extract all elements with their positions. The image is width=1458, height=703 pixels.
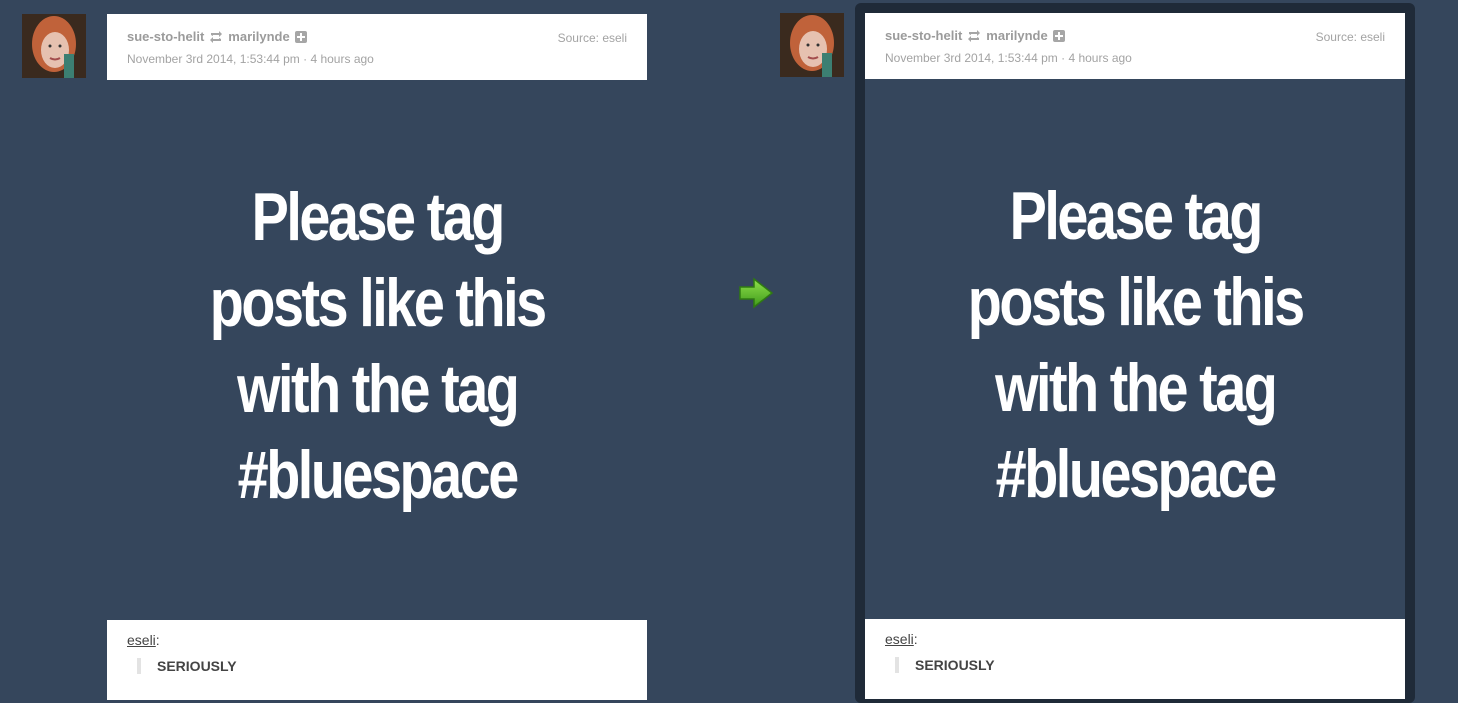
source-link[interactable]: Source: eseli bbox=[1316, 30, 1385, 44]
image-text: Please tag posts like this with the tag … bbox=[209, 174, 547, 518]
image-line: Please tag bbox=[1009, 178, 1263, 254]
image-line: posts like this bbox=[209, 265, 547, 341]
post-header: sue-sto-helit marilynde November 3rd 201… bbox=[865, 13, 1405, 79]
reblog-icon bbox=[209, 30, 223, 43]
meta-separator: · bbox=[299, 52, 311, 66]
post-image[interactable]: Please tag posts like this with the tag … bbox=[865, 79, 1405, 619]
post-meta: November 3rd 2014, 1:53:44 pm · 4 hours … bbox=[127, 52, 627, 66]
follow-plus-icon[interactable] bbox=[1052, 29, 1065, 42]
reblogger-link[interactable]: sue-sto-helit bbox=[127, 29, 204, 44]
post-card-left: sue-sto-helit marilynde November 3rd 201… bbox=[107, 14, 647, 700]
image-line: Please tag bbox=[251, 179, 505, 255]
avatar-image bbox=[780, 13, 844, 77]
quote-author-suffix: : bbox=[155, 632, 160, 648]
image-text: Please tag posts like this with the tag … bbox=[967, 173, 1305, 517]
quote-author-link[interactable]: eseli bbox=[885, 631, 914, 647]
relative-time: 4 hours ago bbox=[1068, 51, 1132, 65]
post-attribution: sue-sto-helit marilynde bbox=[885, 28, 1385, 43]
quote-author: eseli: bbox=[127, 632, 627, 648]
post-date[interactable]: November 3rd 2014, 1:53:44 pm bbox=[885, 51, 1058, 65]
source-link[interactable]: Source: eseli bbox=[558, 31, 627, 45]
post-meta: November 3rd 2014, 1:53:44 pm · 4 hours … bbox=[885, 51, 1385, 65]
post-body: eseli: SERIOUSLY bbox=[865, 619, 1405, 699]
post-header: sue-sto-helit marilynde November 3rd 201… bbox=[107, 14, 647, 80]
original-author-link[interactable]: marilynde bbox=[228, 29, 289, 44]
blockquote: SERIOUSLY bbox=[895, 657, 1385, 673]
quote-author-suffix: : bbox=[913, 631, 918, 647]
quote-author: eseli: bbox=[885, 631, 1385, 647]
quote-author-link[interactable]: eseli bbox=[127, 632, 156, 648]
image-line: with the tag bbox=[236, 351, 520, 427]
post-card-right: sue-sto-helit marilynde November 3rd 201… bbox=[865, 13, 1405, 699]
blockquote: SERIOUSLY bbox=[137, 658, 627, 674]
meta-separator: · bbox=[1057, 51, 1069, 65]
follow-plus-icon[interactable] bbox=[294, 30, 307, 43]
image-line: with the tag bbox=[994, 350, 1278, 426]
arrow-right-icon bbox=[738, 276, 774, 310]
image-line: #bluespace bbox=[995, 436, 1277, 512]
avatar[interactable] bbox=[22, 14, 86, 78]
reblogger-link[interactable]: sue-sto-helit bbox=[885, 28, 962, 43]
post-date[interactable]: November 3rd 2014, 1:53:44 pm bbox=[127, 52, 300, 66]
post-attribution: sue-sto-helit marilynde bbox=[127, 29, 627, 44]
post-body: eseli: SERIOUSLY bbox=[107, 620, 647, 700]
avatar-image bbox=[22, 14, 86, 78]
post-image[interactable]: Please tag posts like this with the tag … bbox=[107, 80, 647, 620]
reblog-icon bbox=[967, 29, 981, 42]
image-line: posts like this bbox=[967, 264, 1305, 340]
avatar[interactable] bbox=[780, 13, 844, 77]
relative-time: 4 hours ago bbox=[310, 52, 374, 66]
original-author-link[interactable]: marilynde bbox=[986, 28, 1047, 43]
image-line: #bluespace bbox=[237, 437, 519, 513]
